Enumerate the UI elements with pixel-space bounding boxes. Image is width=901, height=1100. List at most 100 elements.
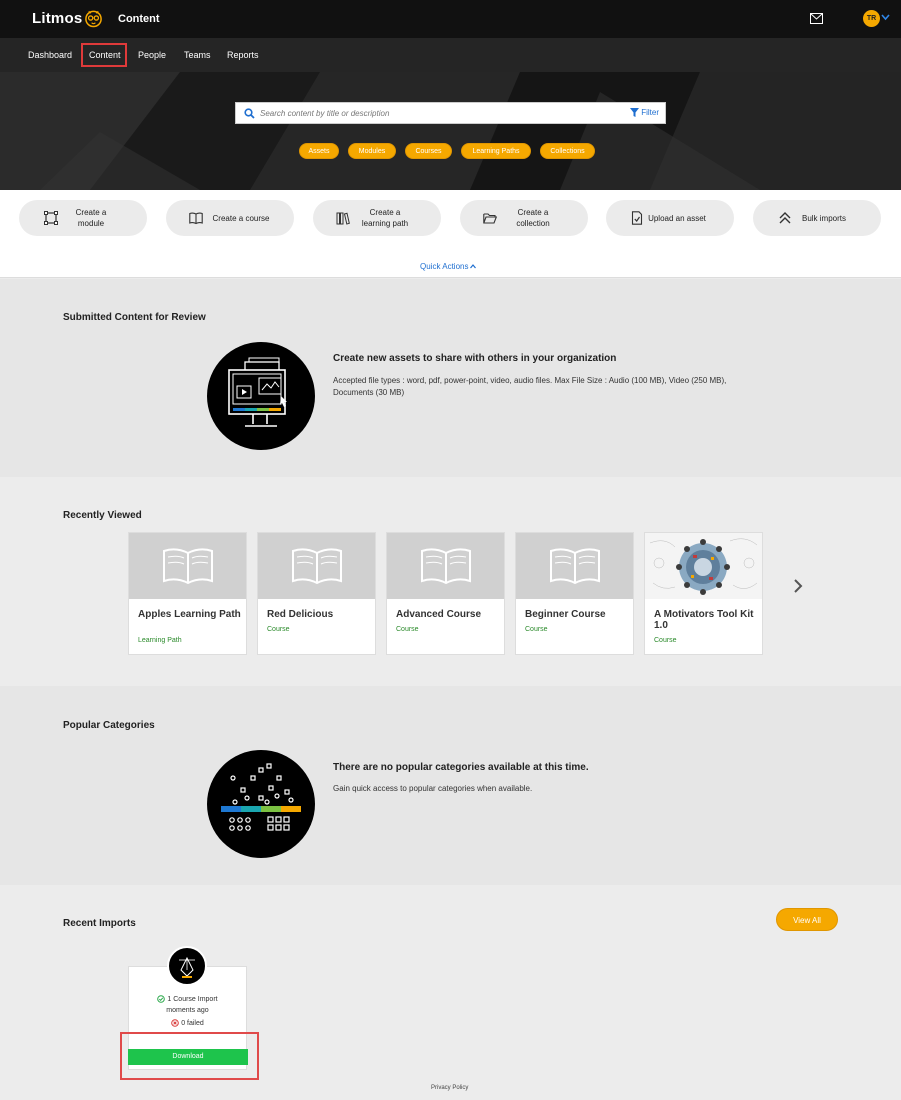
popular-categories-section: Popular Categories There are no popular … (0, 686, 901, 885)
monitor-illustration (207, 342, 315, 450)
create-learning-path-button[interactable]: Create a learning path (313, 200, 441, 236)
recently-viewed-title: Recently Viewed (63, 510, 142, 521)
search-bar: Filter (235, 102, 666, 124)
import-failed: 0 failed (181, 1019, 204, 1027)
content-card[interactable]: Beginner Course Course (515, 532, 634, 655)
nav-item-reports[interactable]: Reports (227, 50, 259, 60)
card-title: A Motivators Tool Kit 1.0 (654, 609, 754, 631)
team-meeting-photo (649, 538, 758, 595)
bulk-imports-button[interactable]: Bulk imports (753, 200, 881, 236)
categories-illustration (207, 750, 315, 858)
card-title: Red Delicious (267, 609, 334, 620)
top-bar: Litmos Content TR (0, 0, 901, 38)
chevron-right-icon[interactable] (792, 578, 804, 594)
content-card[interactable]: Red Delicious Course (257, 532, 376, 655)
card-title: Apples Learning Path (138, 609, 241, 620)
content-card[interactable]: Advanced Course Course (386, 532, 505, 655)
owl-logo-icon[interactable] (84, 8, 103, 28)
chevron-down-icon[interactable] (881, 13, 890, 21)
app-title: Content (118, 13, 160, 25)
nav-item-teams[interactable]: Teams (184, 50, 211, 60)
create-module-button[interactable]: Create a module (19, 200, 147, 236)
error-circle-icon (171, 1019, 180, 1027)
card-thumbnail (258, 533, 375, 599)
filter-label: Filter (641, 108, 659, 117)
card-type: Course (267, 626, 290, 633)
bulk-imports-label: Bulk imports (801, 214, 846, 223)
quick-actions-toggle[interactable]: Quick Actions (420, 262, 477, 271)
card-thumbnail (129, 533, 246, 599)
monitor-graphic (228, 357, 287, 427)
privacy-policy-link[interactable]: Privacy Policy (431, 1085, 468, 1091)
card-thumbnail (387, 533, 504, 599)
search-input[interactable] (260, 106, 620, 121)
brand-logo-text[interactable]: Litmos (32, 10, 82, 27)
double-chevron-up-icon (779, 212, 791, 224)
user-avatar[interactable]: TR (863, 10, 880, 27)
book-icon (189, 212, 203, 225)
card-title: Advanced Course (396, 609, 482, 620)
search-icon (244, 108, 255, 119)
popular-categories-title: Popular Categories (63, 720, 155, 731)
download-highlight (120, 1032, 259, 1080)
submitted-content-title: Submitted Content for Review (63, 312, 206, 323)
create-learning-path-label-2: learning path (361, 219, 409, 228)
popular-info-title: There are no popular categories availabl… (333, 762, 589, 773)
chevron-up-icon (470, 264, 477, 269)
create-course-button[interactable]: Create a course (166, 200, 294, 236)
filter-button[interactable]: Filter (630, 108, 659, 117)
create-collection-label-1: Create a (517, 208, 549, 217)
pill-courses[interactable]: Courses (405, 143, 452, 159)
card-type: Course (525, 626, 548, 633)
pill-collections[interactable]: Collections (540, 143, 595, 159)
create-collection-label-2: collection (516, 219, 550, 228)
hero-banner: Filter Assets Modules Courses Learning P… (0, 72, 901, 190)
create-learning-path-label-1: Create a (369, 208, 401, 217)
library-icon (336, 212, 350, 225)
import-time: moments ago (166, 1007, 209, 1014)
open-book-icon (550, 548, 600, 585)
pill-learning-paths[interactable]: Learning Paths (461, 143, 531, 159)
mail-icon[interactable] (810, 13, 823, 24)
quick-actions-toggle-label: Quick Actions (420, 262, 469, 271)
upload-asset-button[interactable]: Upload an asset (606, 200, 734, 236)
open-book-icon (292, 548, 342, 585)
view-all-button[interactable]: View All (776, 908, 838, 931)
folder-open-icon (483, 213, 497, 224)
submitted-info-line-1: Accepted file types : word, pdf, power-p… (333, 376, 727, 385)
create-collection-button[interactable]: Create a collection (460, 200, 588, 236)
pen-tool-icon (179, 956, 195, 978)
content-card[interactable]: A Motivators Tool Kit 1.0 Course (644, 532, 763, 655)
pill-modules[interactable]: Modules (348, 143, 396, 159)
create-module-label-2: module (77, 219, 105, 228)
submitted-info-line-2: Documents (30 MB) (333, 388, 405, 397)
pill-assets[interactable]: Assets (299, 143, 339, 159)
submitted-info-title: Create new assets to share with others i… (333, 353, 617, 364)
categories-graphic (221, 763, 301, 831)
card-thumbnail (516, 533, 633, 599)
filter-icon (630, 108, 640, 117)
content-card[interactable]: Apples Learning Path Learning Path (128, 532, 247, 655)
open-book-icon (163, 548, 213, 585)
recent-imports-title: Recent Imports (63, 918, 136, 929)
hero-background-pattern (0, 72, 901, 190)
create-module-label-1: Create a (75, 208, 107, 217)
import-summary: 1 Course Import (167, 995, 218, 1003)
upload-file-icon (631, 211, 643, 225)
card-type: Course (654, 637, 677, 644)
submitted-content-section: Submitted Content for Review Create new … (0, 279, 901, 477)
nav-item-people[interactable]: People (138, 50, 166, 60)
nav-item-content[interactable]: Content (89, 50, 121, 60)
check-circle-icon (157, 995, 166, 1003)
import-summary-row: 1 Course Import (129, 995, 246, 1003)
module-icon (44, 211, 58, 225)
import-failed-row: 0 failed (129, 1019, 246, 1027)
card-type: Learning Path (138, 637, 182, 644)
create-course-label: Create a course (212, 214, 270, 223)
card-thumbnail-photo (645, 533, 762, 599)
main-nav: Dashboard Content People Teams Reports (0, 38, 901, 72)
card-type: Course (396, 626, 419, 633)
nav-item-dashboard[interactable]: Dashboard (28, 50, 72, 60)
upload-asset-label: Upload an asset (648, 214, 706, 223)
card-title: Beginner Course (525, 609, 606, 620)
